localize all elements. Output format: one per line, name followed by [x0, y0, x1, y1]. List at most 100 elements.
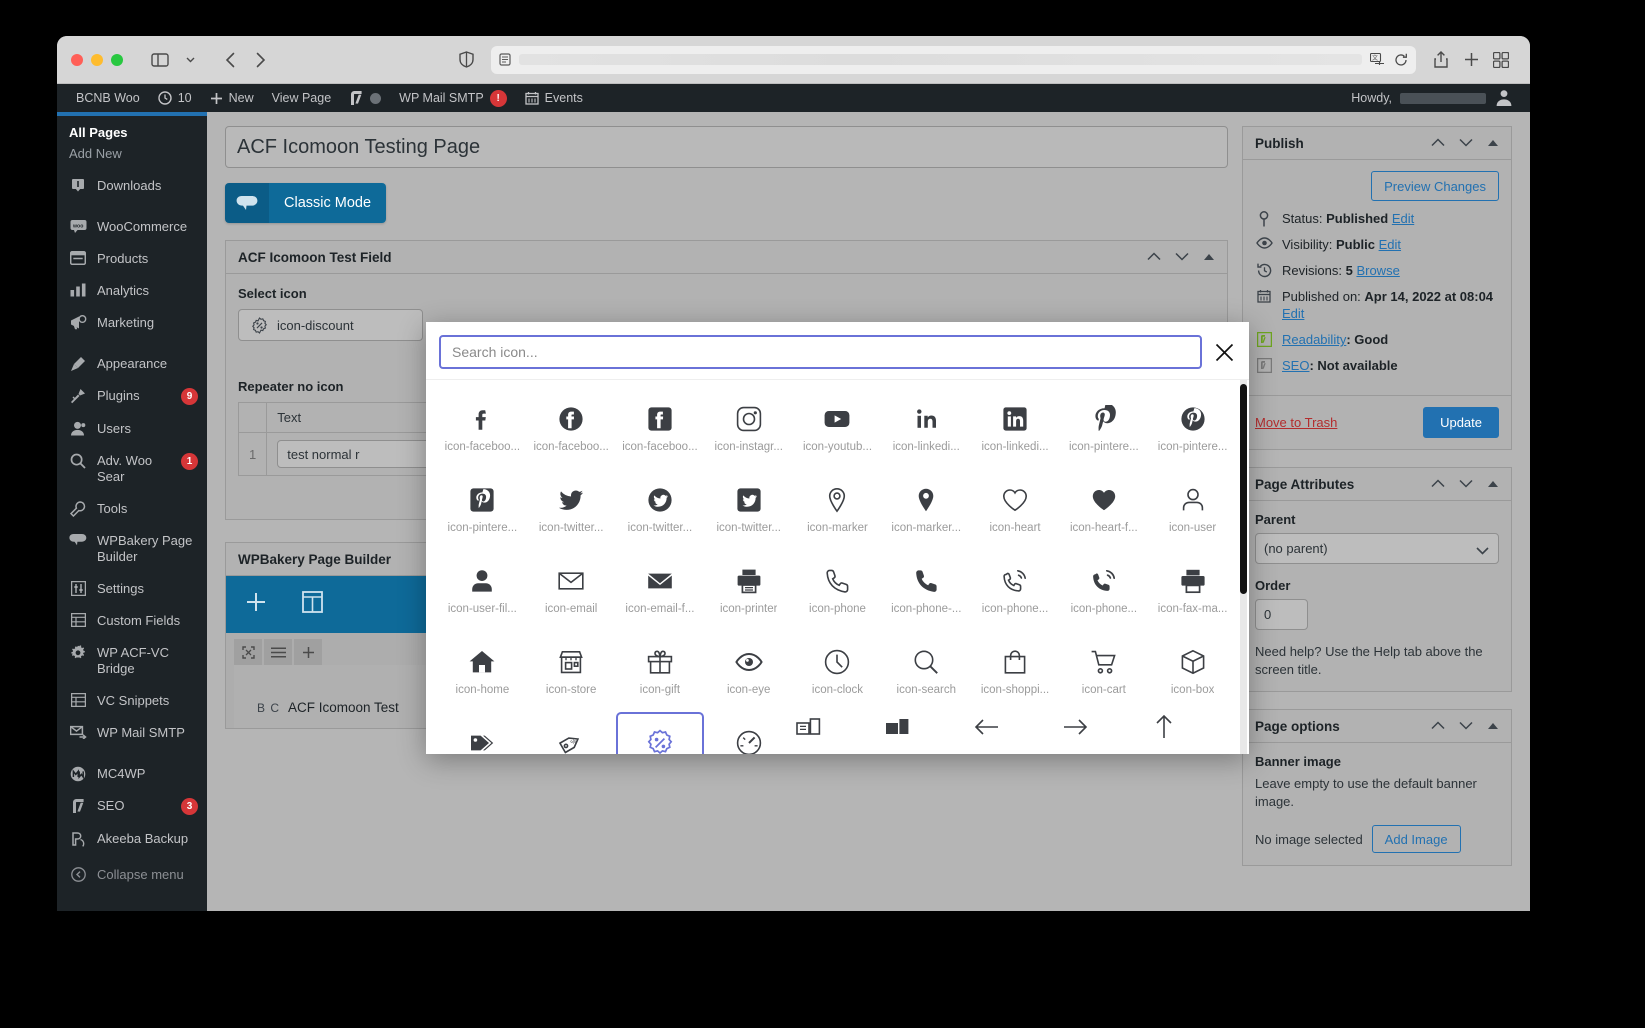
- icon-option-eye[interactable]: icon-eye: [704, 631, 793, 712]
- icon-option-pinterest-square[interactable]: icon-pintere...: [438, 469, 527, 550]
- tab-overview-icon[interactable]: [1486, 48, 1516, 72]
- share-icon[interactable]: [1426, 48, 1456, 72]
- sidebar-item-adv-woo-sear[interactable]: Adv. Woo Sear 1: [57, 445, 207, 493]
- sidebar-item-wp-mail-smtp[interactable]: WP Mail SMTP: [57, 717, 207, 749]
- reader-icon[interactable]: [499, 53, 511, 66]
- icon-option-tags[interactable]: icon-tags: [438, 712, 527, 754]
- icon-option-printer[interactable]: icon-printer: [704, 550, 793, 631]
- window-controls[interactable]: [71, 53, 123, 66]
- icon-option-user-filled[interactable]: icon-user-fil...: [438, 550, 527, 631]
- icon-option-marker-outline[interactable]: icon-marker: [793, 469, 882, 550]
- sidebar-item-wp-acf-vc-bridge[interactable]: WP ACF-VC Bridge: [57, 637, 207, 685]
- row-layout-icon[interactable]: [234, 639, 262, 665]
- parent-select[interactable]: (no parent): [1255, 533, 1499, 564]
- sidebar-item-akeeba-backup[interactable]: Akeeba Backup: [57, 823, 207, 855]
- adminbar-wp-mail-smtp[interactable]: WP Mail SMTP !: [390, 84, 516, 112]
- translate-icon[interactable]: 文: [1370, 53, 1385, 66]
- sidebar-item-custom-fields[interactable]: Custom Fields: [57, 605, 207, 637]
- icon-option-sale[interactable]: %icon-sale: [527, 712, 616, 754]
- icon-option-facebook-square[interactable]: icon-faceboo...: [616, 388, 705, 469]
- move-down-icon[interactable]: [1459, 717, 1473, 735]
- sidebar-item-add-new[interactable]: Add New: [69, 143, 198, 164]
- update-button[interactable]: Update: [1423, 407, 1499, 438]
- visibility-edit-link[interactable]: Edit: [1379, 237, 1401, 252]
- icon-option-arrow-right[interactable]: [1059, 712, 1148, 742]
- sidebar-item-marketing[interactable]: Marketing: [57, 307, 207, 339]
- sidebar-item-vc-snippets[interactable]: VC Snippets: [57, 685, 207, 717]
- icon-option-linkedin-letter[interactable]: icon-linkedi...: [882, 388, 971, 469]
- adminbar-updates[interactable]: 10: [149, 84, 201, 112]
- icon-option-heart-filled[interactable]: icon-heart-f...: [1059, 469, 1148, 550]
- icon-option-store[interactable]: icon-store: [527, 631, 616, 712]
- shield-icon[interactable]: [451, 48, 481, 72]
- maximize-window-button[interactable]: [111, 53, 123, 66]
- sidebar-item-all-pages[interactable]: All Pages: [69, 122, 198, 143]
- adminbar-new[interactable]: New: [201, 84, 263, 112]
- icon-option-phone-outline[interactable]: icon-phone: [793, 550, 882, 631]
- icon-option-facebook-circle[interactable]: icon-faceboo...: [527, 388, 616, 469]
- move-to-trash-link[interactable]: Move to Trash: [1255, 415, 1337, 430]
- toggle-panel-icon[interactable]: [1487, 475, 1499, 493]
- toggle-panel-icon[interactable]: [1203, 248, 1215, 266]
- sidebar-item-mc4wp[interactable]: MC4WP: [57, 758, 207, 790]
- icon-option-fax-outline[interactable]: [793, 712, 882, 742]
- move-up-icon[interactable]: [1431, 475, 1445, 493]
- move-down-icon[interactable]: [1175, 248, 1189, 266]
- seo-link[interactable]: SEO: [1282, 358, 1309, 373]
- scrollbar-thumb[interactable]: [1240, 384, 1247, 594]
- status-edit-link[interactable]: Edit: [1392, 211, 1414, 226]
- icon-option-instagram[interactable]: icon-instagr...: [704, 388, 793, 469]
- icon-option-email-outline[interactable]: icon-email: [527, 550, 616, 631]
- move-up-icon[interactable]: [1147, 248, 1161, 266]
- icon-option-phone-ring-filled[interactable]: icon-phone...: [1059, 550, 1148, 631]
- sidebar-item-products[interactable]: Products: [57, 243, 207, 275]
- sidebar-item-users[interactable]: Users: [57, 413, 207, 445]
- sidebar-item-appearance[interactable]: Appearance: [57, 348, 207, 380]
- move-down-icon[interactable]: [1459, 475, 1473, 493]
- adminbar-yoast[interactable]: [340, 84, 390, 112]
- sidebar-item-tools[interactable]: Tools: [57, 493, 207, 525]
- minimize-window-button[interactable]: [91, 53, 103, 66]
- icon-option-clock[interactable]: icon-clock: [793, 631, 882, 712]
- icon-option-shopping-bag[interactable]: icon-shoppi...: [971, 631, 1060, 712]
- icon-option-search[interactable]: icon-search: [882, 631, 971, 712]
- close-window-button[interactable]: [71, 53, 83, 66]
- icon-option-pinterest-letter[interactable]: icon-pintere...: [1059, 388, 1148, 469]
- add-template-icon[interactable]: [302, 590, 323, 619]
- move-up-icon[interactable]: [1431, 134, 1445, 152]
- icon-option-marker-filled[interactable]: icon-marker...: [882, 469, 971, 550]
- close-icon[interactable]: [1212, 340, 1236, 364]
- icon-option-tachometer[interactable]: icon-tacho...: [704, 712, 793, 754]
- icon-option-phone-filled[interactable]: icon-phone-...: [882, 550, 971, 631]
- icon-option-heart-outline[interactable]: icon-heart: [971, 469, 1060, 550]
- icon-option-box[interactable]: icon-box: [1148, 631, 1237, 712]
- forward-button[interactable]: [245, 48, 275, 72]
- row-menu-icon[interactable]: [264, 639, 292, 665]
- icon-option-home[interactable]: icon-home: [438, 631, 527, 712]
- sidebar-item-wpbakery-page-builder[interactable]: WPBakery Page Builder: [57, 525, 207, 573]
- adminbar-site-name[interactable]: BCNB Woo: [67, 84, 149, 112]
- sidebar-item-downloads[interactable]: Downloads: [57, 170, 207, 202]
- adminbar-account[interactable]: Howdy,: [1351, 87, 1520, 110]
- sidebar-item-woocommerce[interactable]: woo WooCommerce: [57, 211, 207, 243]
- icon-option-twitter-circle[interactable]: icon-twitter...: [616, 469, 705, 550]
- toggle-panel-icon[interactable]: [1487, 717, 1499, 735]
- icon-option-arrow-left[interactable]: [971, 712, 1060, 742]
- reload-icon[interactable]: [1394, 53, 1408, 67]
- icon-option-email-filled[interactable]: icon-email-f...: [616, 550, 705, 631]
- search-input[interactable]: [439, 335, 1202, 369]
- sidebar-item-collapse-menu[interactable]: Collapse menu: [57, 859, 207, 891]
- toggle-panel-icon[interactable]: [1487, 134, 1499, 152]
- sidebar-item-settings[interactable]: Settings: [57, 573, 207, 605]
- icon-option-gift[interactable]: icon-gift: [616, 631, 705, 712]
- adminbar-view-page[interactable]: View Page: [263, 84, 341, 112]
- readability-link[interactable]: Readability: [1282, 332, 1346, 347]
- back-button[interactable]: [215, 48, 245, 72]
- move-up-icon[interactable]: [1431, 717, 1445, 735]
- adminbar-events[interactable]: Events: [516, 84, 592, 112]
- icon-option-facebook-letter[interactable]: icon-faceboo...: [438, 388, 527, 469]
- sidebar-icon[interactable]: [145, 48, 175, 72]
- icon-option-user-outline[interactable]: icon-user: [1148, 469, 1237, 550]
- icon-option-arrow-up[interactable]: [1148, 712, 1237, 742]
- sidebar-item-analytics[interactable]: Analytics: [57, 275, 207, 307]
